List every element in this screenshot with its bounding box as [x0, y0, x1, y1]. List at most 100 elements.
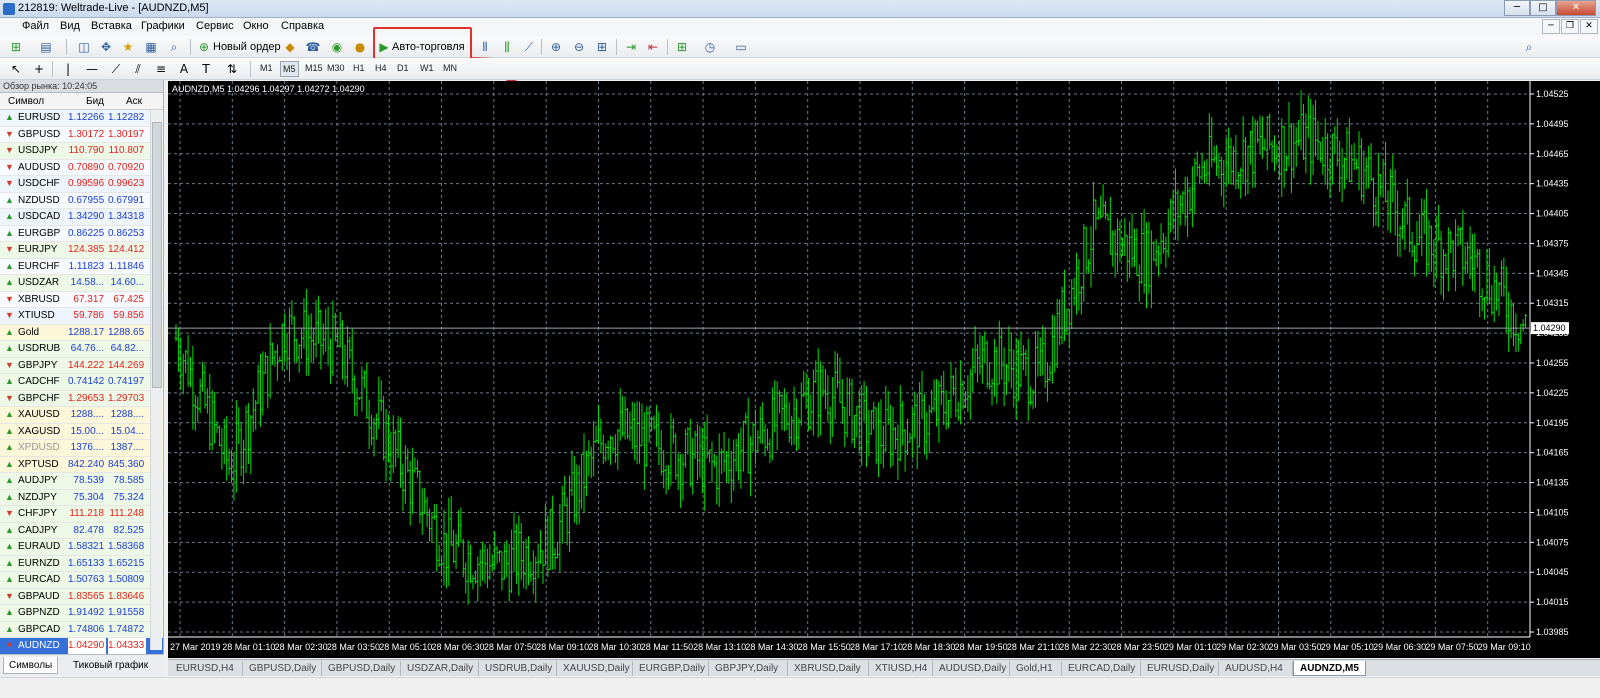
- new-order-button[interactable]: Новый ордер: [213, 38, 281, 56]
- market-watch-row[interactable]: ▲ Gold 1288.17 1288.65: [0, 324, 163, 341]
- market-watch-row[interactable]: ▼ AUDNZD 1.04290 1.04333: [0, 638, 163, 655]
- menu-help[interactable]: Справка: [281, 20, 324, 32]
- market-watch-row[interactable]: ▲ USDZAR 14.58... 14.60...: [0, 275, 163, 292]
- tab-tick-chart[interactable]: Тиковый график: [68, 657, 153, 674]
- new-order-icon[interactable]: ⊕: [196, 39, 212, 55]
- timeframe-m15[interactable]: M15: [305, 63, 323, 73]
- market-watch-row[interactable]: ▼ GBPCHF 1.29653 1.29703: [0, 390, 163, 407]
- tile-windows-icon[interactable]: ⊞: [594, 39, 610, 55]
- market-watch-row[interactable]: ▲ EURGBP 0.86225 0.86253: [0, 225, 163, 242]
- vertical-line-icon[interactable]: |: [60, 61, 76, 77]
- chart-tab[interactable]: EURUSD,Daily: [1141, 661, 1219, 676]
- market-watch-row[interactable]: ▼ AUDUSD 0.70890 0.70920: [0, 159, 163, 176]
- zoom-out-icon[interactable]: ⊖: [571, 39, 587, 55]
- horizontal-line-icon[interactable]: —: [84, 61, 100, 77]
- trendline-icon[interactable]: ⟋: [108, 61, 124, 77]
- market-watch-row[interactable]: ▲ CADJPY 82.478 82.525: [0, 522, 163, 539]
- menu-file[interactable]: Файл: [22, 20, 49, 32]
- chart-tab[interactable]: AUDUSD,H4: [1219, 661, 1293, 676]
- market-watch-row[interactable]: ▼ EURJPY 124.385 124.412: [0, 242, 163, 259]
- chart-tab[interactable]: XAUUSD,Daily: [557, 661, 633, 676]
- menu-insert[interactable]: Вставка: [91, 20, 132, 32]
- periods-icon[interactable]: ◷: [702, 39, 718, 55]
- chart-tab[interactable]: GBPUSD,Daily: [322, 661, 401, 676]
- market-watch-row[interactable]: ▲ NZDJPY 75.304 75.324: [0, 489, 163, 506]
- market-watch-row[interactable]: ▲ NZDUSD 0.67955 0.67991: [0, 192, 163, 209]
- close-button[interactable]: ✕: [1556, 0, 1596, 16]
- market-watch-scrollbar[interactable]: [150, 110, 162, 650]
- chart-tab[interactable]: EURGBP,Daily: [633, 661, 709, 676]
- navigator-icon[interactable]: ★: [120, 39, 136, 55]
- signals-icon[interactable]: ◉: [329, 39, 345, 55]
- col-bid[interactable]: Бид: [86, 96, 104, 107]
- new-chart-icon[interactable]: ⊞: [8, 39, 24, 55]
- timeframe-d1[interactable]: D1: [397, 63, 409, 73]
- market-watch-row[interactable]: ▲ GBPCAD 1.74806 1.74872: [0, 621, 163, 638]
- mdi-minimize-button[interactable]: ─: [1542, 19, 1560, 34]
- chart-tab[interactable]: XTIUSD,H4: [869, 661, 933, 676]
- col-symbol[interactable]: Символ: [8, 96, 44, 107]
- text-label-icon[interactable]: T: [198, 61, 214, 77]
- market-watch-row[interactable]: ▲ USDRUB 64.76... 64.82...: [0, 341, 163, 358]
- market-watch-row[interactable]: ▲ GBPNZD 1.91492 1.91558: [0, 605, 163, 622]
- market-watch-row[interactable]: ▼ USDJPY 110.790 110.807: [0, 143, 163, 160]
- chart-tab[interactable]: USDZAR,Daily: [401, 661, 479, 676]
- menu-window[interactable]: Окно: [243, 20, 269, 32]
- market-watch-row[interactable]: ▲ XPTUSD 842.240 845.360: [0, 456, 163, 473]
- market-watch-row[interactable]: ▼ GBPUSD 1.30172 1.30197: [0, 126, 163, 143]
- timeframe-h4[interactable]: H4: [375, 63, 387, 73]
- market-watch-icon[interactable]: ◫: [76, 39, 92, 55]
- templates-icon[interactable]: ▭: [733, 39, 749, 55]
- menu-tools[interactable]: Сервис: [196, 20, 234, 32]
- market-watch-row[interactable]: ▼ GBPAUD 1.83565 1.83646: [0, 588, 163, 605]
- crosshair-icon[interactable]: +: [31, 61, 47, 77]
- price-chart[interactable]: 27 Mar 2019 28 Mar 01:10 28 Mar 02:30 28 Ma…: [168, 81, 1600, 658]
- chart-tab[interactable]: GBPUSD,Daily: [243, 661, 322, 676]
- market-watch-row[interactable]: ▲ XAUUSD 1288.... 1288....: [0, 407, 163, 424]
- fibonacci-icon[interactable]: ≡: [153, 61, 169, 77]
- market-watch-row[interactable]: ▼ USDCHF 0.99596 0.99623: [0, 176, 163, 193]
- terminal-icon[interactable]: ▦: [143, 39, 159, 55]
- chart-tab[interactable]: EURUSD,H4: [170, 661, 243, 676]
- chart-tab[interactable]: AUDUSD,Daily: [933, 661, 1010, 676]
- cursor-icon[interactable]: ↖: [8, 61, 24, 77]
- indicators-icon[interactable]: ⊞: [674, 39, 690, 55]
- chart-tab[interactable]: USDRUB,Daily: [479, 661, 557, 676]
- chart-tab[interactable]: Gold,H1: [1010, 661, 1062, 676]
- timeframe-mn[interactable]: MN: [443, 63, 457, 73]
- market-watch-row[interactable]: ▼ XTIUSD 59.786 59.856: [0, 308, 163, 325]
- market-watch-row[interactable]: ▲ EURCHF 1.11823 1.11846: [0, 258, 163, 275]
- minimize-button[interactable]: ─: [1504, 0, 1530, 16]
- market-watch-row[interactable]: ▲ EURCAD 1.50763 1.50809: [0, 572, 163, 589]
- chart-tab[interactable]: AUDNZD,M5: [1293, 661, 1366, 676]
- search-icon[interactable]: ⌕: [1521, 39, 1537, 55]
- market-watch-row[interactable]: ▼ XBRUSD 67.317 67.425: [0, 291, 163, 308]
- data-window-icon[interactable]: ✥: [98, 39, 114, 55]
- mdi-close-button[interactable]: ✕: [1580, 19, 1598, 34]
- market-watch-row[interactable]: ▼ CHFJPY 111.218 111.248: [0, 506, 163, 523]
- autoscroll-icon[interactable]: ⇥: [623, 39, 639, 55]
- chart-tab[interactable]: XBRUSD,Daily: [788, 661, 869, 676]
- chart-tab[interactable]: GBPJPY,Daily: [709, 661, 788, 676]
- market-watch-row[interactable]: ▲ XPDUSD 1376.... 1387....: [0, 440, 163, 457]
- market-watch-row[interactable]: ▲ USDCAD 1.34290 1.34318: [0, 209, 163, 226]
- market-watch-row[interactable]: ▲ EURAUD 1.58321 1.58368: [0, 539, 163, 556]
- chart-area[interactable]: 27 Mar 2019 28 Mar 01:10 28 Mar 02:30 28 Ma…: [168, 81, 1600, 658]
- tester-icon[interactable]: ⌕: [166, 39, 182, 55]
- mailbox-icon[interactable]: ☎: [305, 39, 321, 55]
- maximize-button[interactable]: □: [1530, 0, 1556, 16]
- chart-shift-icon[interactable]: ⇤: [645, 39, 661, 55]
- timeframe-m30[interactable]: M30: [327, 63, 345, 73]
- timeframe-m1[interactable]: M1: [260, 63, 273, 73]
- market-watch-row[interactable]: ▲ AUDJPY 78.539 78.585: [0, 473, 163, 490]
- arrows-icon[interactable]: ⇅: [224, 61, 240, 77]
- text-icon[interactable]: A: [176, 61, 192, 77]
- col-ask[interactable]: Аск: [126, 96, 142, 107]
- tab-symbols[interactable]: Символы: [3, 657, 59, 674]
- menu-charts[interactable]: Графики: [141, 20, 185, 32]
- profiles-icon[interactable]: ▤: [38, 39, 54, 55]
- market-icon[interactable]: ●: [352, 39, 368, 55]
- market-watch-row[interactable]: ▲ CADCHF 0.74142 0.74197: [0, 374, 163, 391]
- market-watch-row[interactable]: ▲ EURNZD 1.65133 1.65215: [0, 555, 163, 572]
- market-watch-row[interactable]: ▲ XAGUSD 15.00... 15.04...: [0, 423, 163, 440]
